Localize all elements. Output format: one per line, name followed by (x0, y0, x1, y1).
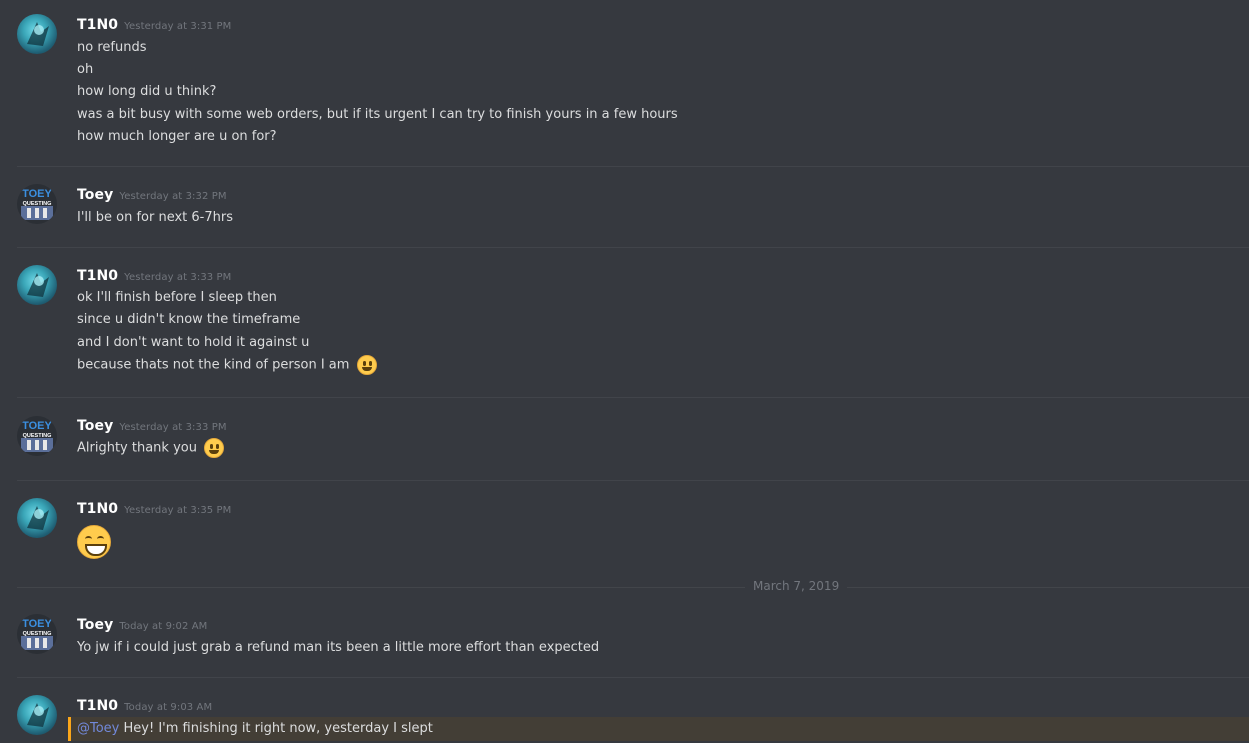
message-line: how long did u think? (77, 84, 217, 99)
user-mention[interactable]: @Toey (77, 721, 119, 736)
message-line: because thats not the kind of person I a… (77, 355, 377, 375)
avatar[interactable]: TOEY QUESTING (17, 614, 57, 654)
message-line: I'll be on for next 6-7hrs (77, 210, 233, 225)
smiley-emoji[interactable] (356, 355, 377, 375)
author-label[interactable]: T1N0 (77, 268, 118, 284)
toey-avatar-art: TOEY QUESTING (21, 188, 53, 220)
svg-text:TOEY: TOEY (22, 420, 52, 432)
smiley-emoji[interactable] (204, 438, 225, 458)
author-name[interactable]: Toey Yesterday at 3:33 PM (77, 418, 227, 434)
timestamp: Yesterday at 3:35 PM (124, 505, 232, 516)
author-name[interactable]: T1N0 Yesterday at 3:31 PM (77, 17, 231, 33)
tino-avatar-art (27, 703, 49, 727)
avatar[interactable] (17, 14, 57, 54)
message-line: how much longer are u on for? (77, 129, 277, 144)
date-divider-label: March 7, 2019 (745, 579, 848, 593)
author-name[interactable]: Toey Yesterday at 3:32 PM (77, 187, 227, 203)
message-separator (17, 480, 1249, 481)
avatar[interactable] (17, 265, 57, 305)
author-label[interactable]: Toey (77, 617, 113, 633)
message-separator (17, 397, 1249, 398)
message-line: was a bit busy with some web orders, but… (77, 107, 678, 122)
message-separator (17, 677, 1249, 678)
author-label[interactable]: T1N0 (77, 698, 118, 714)
author-label[interactable]: T1N0 (77, 501, 118, 517)
svg-text:QUESTING: QUESTING (23, 631, 52, 637)
timestamp: Yesterday at 3:33 PM (124, 272, 232, 283)
avatar[interactable]: TOEY QUESTING (17, 184, 57, 224)
message-separator (17, 166, 1249, 167)
tino-avatar-art (27, 506, 49, 530)
message-line: and I don't want to hold it against u (77, 335, 310, 350)
svg-text:QUESTING: QUESTING (23, 433, 52, 439)
message-line: since u didn't know the timeframe (77, 312, 301, 327)
toey-avatar-art: TOEY QUESTING (21, 420, 53, 452)
author-name[interactable]: T1N0 Today at 9:03 AM (77, 698, 212, 714)
toey-avatar-art: TOEY QUESTING (21, 618, 53, 650)
timestamp: Yesterday at 3:33 PM (119, 422, 227, 433)
tino-avatar-art (27, 273, 49, 297)
message-line: Alrighty thank you (77, 438, 225, 458)
message-line: Yo jw if i could just grab a refund man … (77, 640, 600, 655)
message-line: oh (77, 62, 94, 77)
avatar[interactable] (17, 695, 57, 735)
author-label[interactable]: T1N0 (77, 17, 118, 33)
grin-emoji[interactable] (77, 525, 111, 559)
message-line: no refunds (77, 40, 147, 55)
tino-avatar-art (27, 22, 49, 46)
author-name[interactable]: Toey Today at 9:02 AM (77, 617, 207, 633)
avatar[interactable]: TOEY QUESTING (17, 416, 57, 456)
timestamp: Yesterday at 3:31 PM (124, 21, 232, 32)
author-label[interactable]: Toey (77, 418, 113, 434)
timestamp: Today at 9:03 AM (124, 702, 213, 713)
message-line: ok I'll finish before I sleep then (77, 290, 277, 305)
author-label[interactable]: Toey (77, 187, 113, 203)
chat-messages: T1N0 Yesterday at 3:31 PM no refunds oh h… (0, 0, 1249, 743)
author-name[interactable]: T1N0 Yesterday at 3:33 PM (77, 268, 231, 284)
message-line (77, 525, 111, 559)
timestamp: Today at 9:02 AM (119, 621, 208, 632)
author-name[interactable]: T1N0 Yesterday at 3:35 PM (77, 501, 231, 517)
message-text: Alrighty thank you (77, 440, 197, 456)
svg-text:TOEY: TOEY (22, 188, 52, 200)
message-separator (17, 247, 1249, 248)
svg-text:QUESTING: QUESTING (23, 201, 52, 207)
message-line: @Toey Hey! I'm finishing it right now, y… (77, 721, 433, 736)
svg-text:TOEY: TOEY (22, 618, 52, 630)
avatar[interactable] (17, 498, 57, 538)
message-text: Hey! I'm finishing it right now, yesterd… (119, 721, 433, 736)
message-text: because thats not the kind of person I a… (77, 357, 350, 373)
timestamp: Yesterday at 3:32 PM (119, 191, 227, 202)
date-divider (17, 587, 1249, 588)
